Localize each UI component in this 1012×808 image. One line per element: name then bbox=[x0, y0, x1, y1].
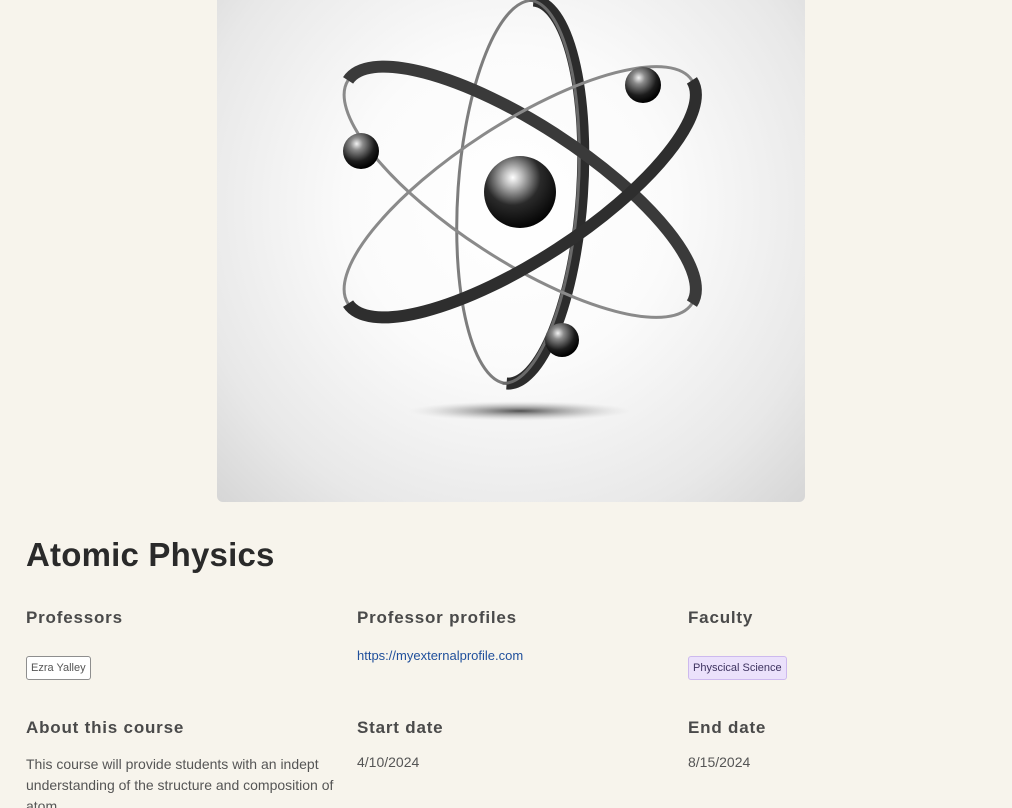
profiles-label: Professor profiles bbox=[357, 608, 517, 627]
about-section: About this course This course will provi… bbox=[26, 718, 346, 808]
profile-link[interactable]: https://myexternalprofile.com bbox=[357, 648, 523, 663]
start-date-section: Start date 4/10/2024 bbox=[357, 718, 677, 770]
course-image bbox=[217, 0, 805, 502]
faculty-label: Faculty bbox=[688, 608, 754, 627]
profiles-section: Professor profiles https://myexternalpro… bbox=[357, 608, 677, 665]
professors-section: Professors Ezra Yalley bbox=[26, 608, 346, 680]
professor-chip[interactable]: Ezra Yalley bbox=[26, 656, 91, 680]
faculty-section: Faculty Physcical Science bbox=[688, 608, 1008, 680]
about-text: This course will provide students with a… bbox=[26, 756, 334, 808]
about-label: About this course bbox=[26, 718, 185, 737]
end-date-label: End date bbox=[688, 718, 767, 737]
course-page: Atomic Physics Professors Ezra Yalley Pr… bbox=[0, 0, 1012, 808]
end-date-value: 8/15/2024 bbox=[688, 754, 751, 770]
start-date-value: 4/10/2024 bbox=[357, 754, 420, 770]
start-date-label: Start date bbox=[357, 718, 444, 737]
page-title: Atomic Physics bbox=[26, 536, 275, 573]
end-date-section: End date 8/15/2024 bbox=[688, 718, 1008, 770]
atom-icon bbox=[342, 0, 702, 421]
faculty-chip[interactable]: Physcical Science bbox=[688, 656, 787, 680]
professors-label: Professors bbox=[26, 608, 123, 627]
